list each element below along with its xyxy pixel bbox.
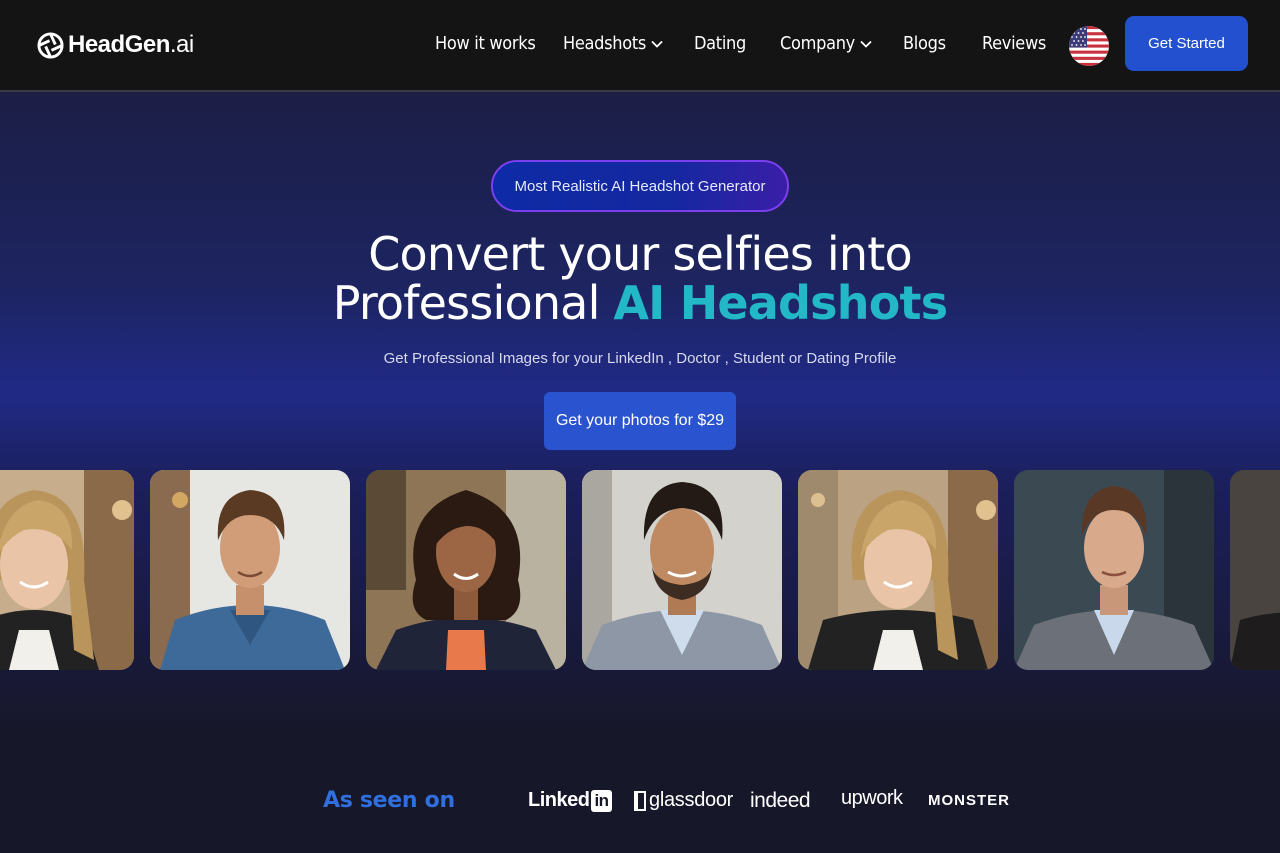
as-seen-on-label: As seen on: [323, 788, 455, 813]
hero-title-accent: AI Headshots: [613, 276, 948, 330]
hero-title-line-1: Convert your selfies into: [368, 227, 912, 281]
nav-link-headshots[interactable]: Headshots: [563, 33, 664, 54]
headshot-photo: [1014, 470, 1214, 670]
indeed-logo: indeed: [750, 789, 811, 812]
monster-logo: MONSTER: [928, 792, 1010, 809]
nav-link-how-it-works[interactable]: How it works: [435, 33, 536, 54]
nav-link-dating[interactable]: Dating: [694, 33, 746, 54]
nav-link-company[interactable]: Company: [780, 33, 873, 54]
glassdoor-icon: [634, 790, 646, 811]
nav-link-reviews[interactable]: Reviews: [982, 33, 1046, 54]
headshot-photo: [1230, 470, 1280, 670]
hero-badge: Most Realistic AI Headshot Generator: [491, 160, 789, 212]
chevron-down-icon: [860, 40, 872, 48]
top-navigation-bar: HeadGen.ai How it works Headshots Dating…: [0, 0, 1280, 92]
headshot-photo: [150, 470, 350, 670]
nav-link-blogs[interactable]: Blogs: [903, 33, 946, 54]
hero-title-line-2: Professional AI Headshots: [332, 276, 948, 330]
chevron-down-icon: [651, 40, 663, 48]
glassdoor-logo: glassdoor: [634, 789, 733, 812]
get-started-button[interactable]: Get Started: [1125, 16, 1248, 71]
headshot-photo: [0, 470, 134, 670]
hero-subtitle: Get Professional Images for your LinkedI…: [383, 350, 897, 367]
hero-title: Convert your selfies into Professional A…: [0, 230, 1280, 328]
headshot-gallery: [0, 470, 1280, 670]
headshot-photo: [366, 470, 566, 670]
get-photos-button[interactable]: Get your photos for $29: [544, 392, 736, 450]
headshot-photo: [582, 470, 782, 670]
us-flag-icon[interactable]: [1069, 26, 1109, 66]
headshot-photo: [798, 470, 998, 670]
upwork-logo: upwork: [841, 787, 903, 809]
linkedin-logo: Linked in: [528, 789, 612, 812]
nav-links: How it works Headshots Dating Company Bl…: [0, 0, 1060, 92]
